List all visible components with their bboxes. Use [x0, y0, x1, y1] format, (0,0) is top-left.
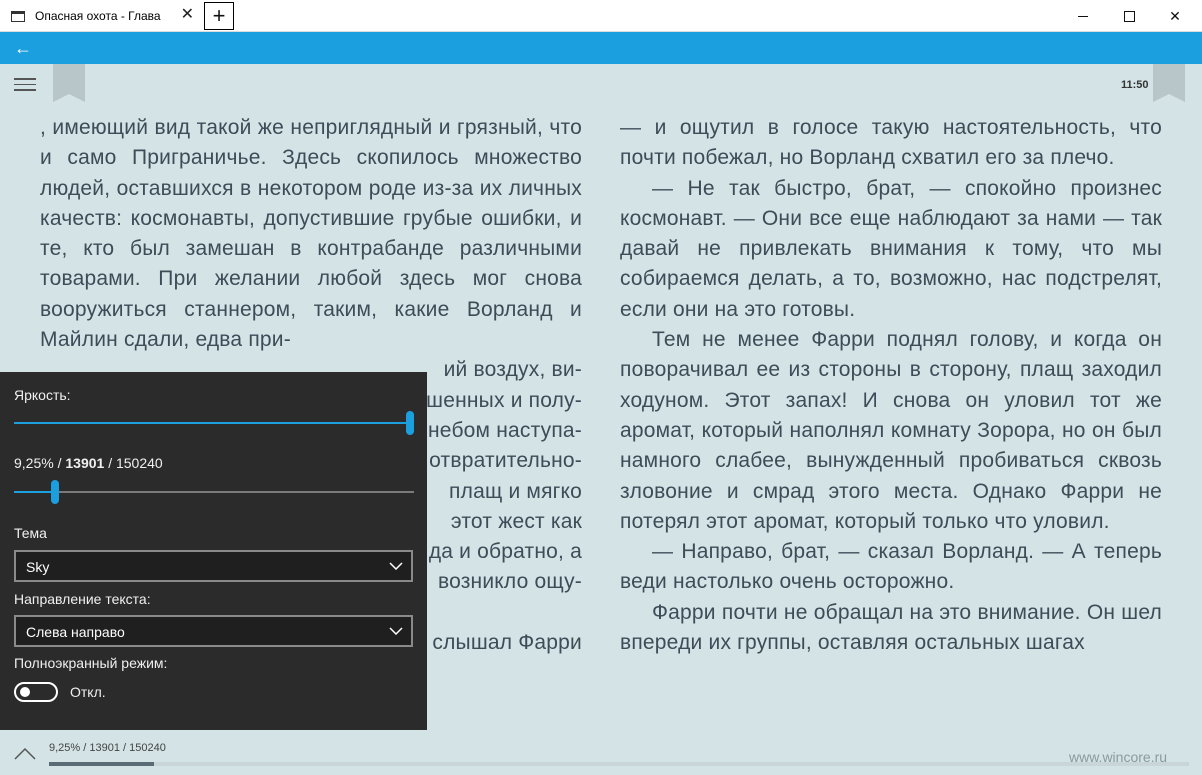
- right-text-column: — и ощутил в голосе такую настоятельност…: [620, 113, 1162, 658]
- reading-progress-fill: [49, 762, 155, 766]
- minimize-button[interactable]: [1060, 0, 1106, 32]
- text-direction-label: Направление текста:: [14, 591, 151, 607]
- paragraph: , имеющий вид такой же неприглядный и гр…: [40, 116, 582, 352]
- progress-readout: 9,25% / 13901 / 150240: [14, 455, 163, 471]
- theme-value: Sky: [26, 559, 50, 575]
- chevron-up-icon[interactable]: [14, 746, 36, 760]
- tab-title: Опасная охота - Глава: [35, 9, 161, 23]
- brightness-label: Яркость:: [14, 387, 71, 403]
- theme-label: Тема: [14, 525, 47, 541]
- progress-total: 150240: [115, 455, 163, 471]
- window-icon: [11, 10, 25, 22]
- text-direction-dropdown[interactable]: Слева направо: [14, 615, 413, 647]
- maximize-icon: [1123, 10, 1135, 22]
- fullscreen-label: Полноэкранный режим:: [14, 655, 168, 671]
- tab-close-icon[interactable]: ✕: [181, 7, 194, 23]
- paragraph: — Направо, брат, — сказал Ворланд. — А т…: [620, 540, 1162, 594]
- brightness-slider[interactable]: [14, 422, 414, 424]
- new-tab-button[interactable]: +: [204, 2, 234, 30]
- position-slider[interactable]: [14, 491, 414, 493]
- watermark: www.wincore.ru: [1069, 749, 1168, 765]
- fullscreen-state: Откл.: [70, 684, 106, 700]
- reading-progress-bar[interactable]: [49, 762, 1189, 766]
- brightness-slider-thumb[interactable]: [406, 411, 414, 435]
- paragraph: — Не так быстро, брат, — спокойно произн…: [620, 176, 1162, 321]
- browser-tab[interactable]: Опасная охота - Глава ✕: [1, 1, 202, 31]
- fullscreen-toggle[interactable]: [14, 682, 58, 702]
- app-bar: ←: [0, 32, 1202, 64]
- progress-percent: 9,25%: [14, 455, 54, 471]
- minimize-icon: [1078, 15, 1088, 17]
- paragraph: Тем не менее Фарри поднял голову, и когд…: [620, 328, 1162, 533]
- progress-current: 13901: [65, 455, 105, 471]
- chevron-down-icon: [389, 562, 403, 570]
- back-arrow-icon[interactable]: ←: [14, 38, 32, 58]
- maximize-button[interactable]: [1106, 0, 1152, 32]
- title-bar: Опасная охота - Глава ✕ + ✕: [0, 0, 1202, 32]
- text-direction-value: Слева направо: [26, 624, 125, 640]
- chevron-down-icon: [389, 627, 403, 635]
- paragraph: — и ощутил в голосе такую настоятельност…: [620, 116, 1162, 170]
- theme-dropdown[interactable]: Sky: [14, 550, 413, 582]
- bookmark-icon[interactable]: [53, 64, 85, 102]
- close-button[interactable]: ✕: [1152, 0, 1198, 32]
- paragraph: Фарри почти не обращал на это внимание. …: [620, 600, 1162, 655]
- hamburger-menu-icon[interactable]: [14, 78, 36, 92]
- clock: 11:50: [1121, 79, 1149, 91]
- bottom-progress-text: 9,25% / 13901 / 150240: [49, 742, 166, 754]
- bookmark-icon[interactable]: [1153, 64, 1185, 102]
- position-slider-thumb[interactable]: [51, 480, 59, 504]
